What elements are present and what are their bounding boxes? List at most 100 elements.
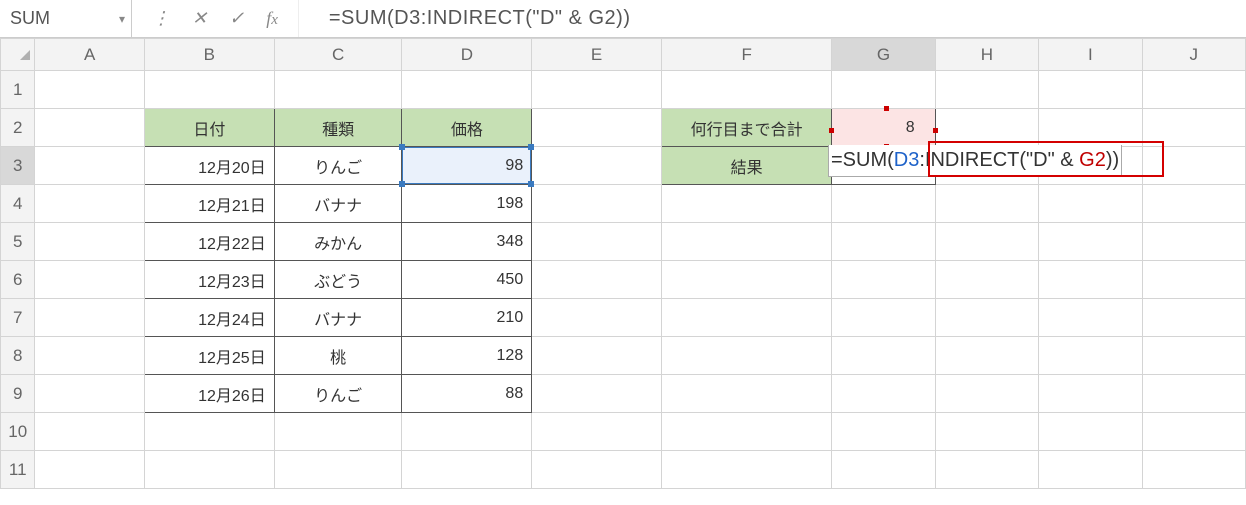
cell[interactable] (1039, 337, 1142, 375)
col-F[interactable]: F (661, 39, 831, 71)
cell[interactable] (35, 185, 144, 223)
select-all-corner[interactable] (1, 39, 35, 71)
cell[interactable] (35, 299, 144, 337)
date-6[interactable]: 12月26日 (144, 375, 274, 413)
col-D[interactable]: D (402, 39, 532, 71)
kind-3[interactable]: ぶどう (274, 261, 402, 299)
cell[interactable] (274, 451, 402, 489)
kind-4[interactable]: バナナ (274, 299, 402, 337)
cell[interactable] (1039, 299, 1142, 337)
cell[interactable] (935, 109, 1038, 147)
cell[interactable] (832, 337, 935, 375)
col-I[interactable]: I (1039, 39, 1142, 71)
value-sumto[interactable]: 8 (832, 109, 935, 147)
cell[interactable] (935, 185, 1038, 223)
cell[interactable] (402, 451, 532, 489)
cell[interactable] (35, 147, 144, 185)
cell[interactable] (402, 71, 532, 109)
col-A[interactable]: A (35, 39, 144, 71)
cell[interactable] (935, 413, 1038, 451)
kind-1[interactable]: バナナ (274, 185, 402, 223)
cell[interactable] (935, 299, 1038, 337)
cell[interactable] (832, 185, 935, 223)
cell[interactable] (661, 299, 831, 337)
cell[interactable] (35, 375, 144, 413)
cell[interactable] (1142, 109, 1245, 147)
cell[interactable] (832, 261, 935, 299)
cell[interactable] (832, 223, 935, 261)
col-J[interactable]: J (1142, 39, 1245, 71)
cell[interactable] (1039, 261, 1142, 299)
price-2[interactable]: 348 (402, 223, 532, 261)
col-G[interactable]: G (832, 39, 935, 71)
cell[interactable] (1142, 299, 1245, 337)
date-0[interactable]: 12月20日 (144, 147, 274, 185)
fx-icon[interactable]: fx (266, 8, 278, 29)
cell[interactable] (532, 109, 662, 147)
formula-input[interactable]: =SUM(D3:INDIRECT("D" & G2)) (299, 7, 1246, 30)
cell[interactable] (935, 71, 1038, 109)
cell[interactable] (1142, 337, 1245, 375)
kind-5[interactable]: 桃 (274, 337, 402, 375)
cell[interactable] (1039, 375, 1142, 413)
col-E[interactable]: E (532, 39, 662, 71)
cell[interactable] (1142, 413, 1245, 451)
cell[interactable] (532, 451, 662, 489)
cell[interactable] (402, 413, 532, 451)
date-3[interactable]: 12月23日 (144, 261, 274, 299)
cell[interactable] (661, 223, 831, 261)
cell[interactable] (661, 451, 831, 489)
row-hdr-8[interactable]: 8 (1, 337, 35, 375)
price-4[interactable]: 210 (402, 299, 532, 337)
cell[interactable] (1142, 223, 1245, 261)
cell[interactable] (532, 185, 662, 223)
cell[interactable] (35, 223, 144, 261)
kind-6[interactable]: りんご (274, 375, 402, 413)
cell[interactable] (661, 337, 831, 375)
cell[interactable] (1039, 71, 1142, 109)
row-hdr-3[interactable]: 3 (1, 147, 35, 185)
price-6[interactable]: 88 (402, 375, 532, 413)
label-result[interactable]: 結果 (661, 147, 831, 185)
cell[interactable] (1142, 71, 1245, 109)
cell[interactable] (661, 185, 831, 223)
cell[interactable] (274, 71, 402, 109)
price-3[interactable]: 450 (402, 261, 532, 299)
enter-icon[interactable]: ✓ (229, 8, 244, 29)
row-hdr-9[interactable]: 9 (1, 375, 35, 413)
cell[interactable] (661, 375, 831, 413)
cell[interactable] (935, 451, 1038, 489)
cell[interactable] (35, 337, 144, 375)
date-2[interactable]: 12月22日 (144, 223, 274, 261)
hdr-kind[interactable]: 種類 (274, 109, 402, 147)
cell[interactable] (35, 413, 144, 451)
cell[interactable] (1142, 147, 1245, 185)
cell[interactable] (532, 71, 662, 109)
cell[interactable] (532, 413, 662, 451)
cell[interactable] (35, 71, 144, 109)
cell[interactable] (35, 261, 144, 299)
cell[interactable] (532, 261, 662, 299)
cell[interactable] (1142, 185, 1245, 223)
hdr-date[interactable]: 日付 (144, 109, 274, 147)
cell[interactable] (144, 451, 274, 489)
cell[interactable] (661, 71, 831, 109)
cell[interactable] (532, 375, 662, 413)
cancel-icon[interactable]: ✕ (192, 8, 207, 29)
date-4[interactable]: 12月24日 (144, 299, 274, 337)
cell-editor[interactable]: =SUM(D3:INDIRECT("D" & G2)) (828, 145, 1122, 177)
cell[interactable] (532, 147, 662, 185)
col-C[interactable]: C (274, 39, 402, 71)
cell[interactable] (832, 299, 935, 337)
cell[interactable] (532, 337, 662, 375)
cell[interactable] (35, 109, 144, 147)
row-hdr-11[interactable]: 11 (1, 451, 35, 489)
price-0[interactable]: 98 (402, 147, 532, 185)
date-1[interactable]: 12月21日 (144, 185, 274, 223)
cell[interactable] (1039, 451, 1142, 489)
chevron-down-icon[interactable]: ▾ (119, 12, 125, 26)
row-hdr-2[interactable]: 2 (1, 109, 35, 147)
cell[interactable] (532, 299, 662, 337)
cell[interactable] (144, 71, 274, 109)
price-5[interactable]: 128 (402, 337, 532, 375)
